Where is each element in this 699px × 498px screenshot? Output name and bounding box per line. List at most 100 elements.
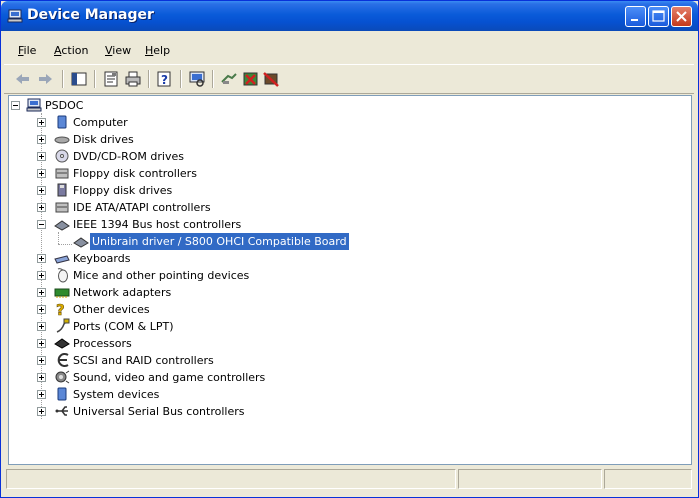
- menu-file[interactable]: File: [18, 44, 36, 57]
- device-manager-icon: [7, 9, 23, 23]
- expand-icon[interactable]: [37, 373, 46, 382]
- menu-view[interactable]: View: [105, 44, 131, 57]
- print-icon[interactable]: [124, 70, 142, 88]
- tree-item-label: Floppy disk drives: [73, 184, 173, 197]
- svg-text:?: ?: [161, 73, 168, 87]
- tree-item-label: Universal Serial Bus controllers: [73, 405, 245, 418]
- minimize-button[interactable]: [625, 6, 646, 27]
- expand-icon[interactable]: [37, 254, 46, 263]
- status-panel: [604, 469, 692, 489]
- minimize-icon: [631, 19, 638, 21]
- processor-icon: [54, 338, 70, 349]
- tree-item-label: SCSI and RAID controllers: [73, 354, 214, 367]
- tree-item-label: Processors: [73, 337, 132, 350]
- expand-icon[interactable]: [37, 322, 46, 331]
- status-bar: [4, 469, 694, 491]
- toolbar-separator: [94, 70, 96, 88]
- menu-bar: File Action View Help: [4, 41, 694, 61]
- tree-item-label: Computer: [73, 116, 128, 129]
- tree-item-label: Network adapters: [73, 286, 172, 299]
- forward-icon[interactable]: [36, 70, 54, 88]
- collapse-icon[interactable]: [11, 101, 20, 110]
- update-driver-icon[interactable]: [220, 70, 238, 88]
- expand-icon[interactable]: [37, 186, 46, 195]
- menu-action[interactable]: Action: [54, 44, 88, 57]
- scsi-icon: [57, 353, 69, 367]
- menu-view-rest: iew: [112, 44, 132, 57]
- tree-item-label: Floppy disk controllers: [73, 167, 197, 180]
- status-panel: [458, 469, 602, 489]
- floppy-controller-icon: [55, 168, 69, 179]
- toolbar-separator: [180, 70, 182, 88]
- toolbar-separator: [62, 70, 64, 88]
- properties-icon[interactable]: [102, 70, 120, 88]
- tree-item-label: Ports (COM & LPT): [73, 320, 174, 333]
- expand-icon[interactable]: [37, 390, 46, 399]
- usb-icon: [55, 406, 68, 416]
- tree-item-label: Other devices: [73, 303, 150, 316]
- tree-root-label: PSDOC: [45, 99, 84, 112]
- status-panel: [6, 469, 456, 489]
- expand-icon[interactable]: [37, 169, 46, 178]
- expand-icon[interactable]: [37, 288, 46, 297]
- tree-connector: [58, 232, 59, 244]
- expand-icon[interactable]: [37, 339, 46, 348]
- mouse-icon: [57, 268, 68, 283]
- disable-icon[interactable]: [262, 70, 280, 88]
- expand-icon[interactable]: [37, 152, 46, 161]
- system-devices-icon: [57, 387, 67, 401]
- expand-icon[interactable]: [37, 271, 46, 280]
- title-bar[interactable]: Device Manager: [1, 1, 698, 31]
- expand-icon[interactable]: [37, 407, 46, 416]
- menu-help[interactable]: Help: [145, 44, 170, 57]
- expand-icon[interactable]: [37, 305, 46, 314]
- expand-icon[interactable]: [37, 356, 46, 365]
- expand-icon[interactable]: [37, 203, 46, 212]
- close-button[interactable]: [671, 6, 692, 27]
- maximize-icon: [652, 10, 665, 22]
- tree-item-label: DVD/CD-ROM drives: [73, 150, 184, 163]
- scan-hardware-icon[interactable]: [188, 70, 206, 88]
- close-icon: [676, 11, 687, 22]
- ide-controller-icon: [55, 202, 69, 213]
- disk-drive-icon: [54, 136, 70, 144]
- tree-item-label: Disk drives: [73, 133, 134, 146]
- device-tree[interactable]: PSDOC Computer Disk drives DVD/CD-ROM dr…: [8, 95, 692, 465]
- computer-root-icon: [26, 98, 42, 112]
- tree-item-label: Sound, video and game controllers: [73, 371, 266, 384]
- tree-item-label: IEEE 1394 Bus host controllers: [73, 218, 242, 231]
- device-manager-window: Device Manager File Action View Help ? P…: [0, 0, 699, 498]
- keyboard-icon: [54, 255, 70, 264]
- floppy-drive-icon: [57, 183, 67, 197]
- toolbar-separator: [148, 70, 150, 88]
- tree-item-label: IDE ATA/ATAPI controllers: [73, 201, 211, 214]
- tree-connector: [58, 244, 72, 245]
- back-icon[interactable]: [14, 70, 32, 88]
- expand-icon[interactable]: [37, 135, 46, 144]
- network-adapter-icon: [54, 288, 70, 298]
- tree-item-label: System devices: [73, 388, 160, 401]
- unknown-device-icon: ?: [56, 301, 65, 317]
- cdrom-icon: [55, 149, 69, 163]
- menu-help-rest: elp: [153, 44, 171, 57]
- collapse-icon[interactable]: [37, 220, 46, 229]
- computer-icon: [57, 115, 67, 129]
- tree-item-label: Mice and other pointing devices: [73, 269, 250, 282]
- ieee1394-device-icon: [73, 237, 89, 248]
- sound-icon: [55, 370, 70, 384]
- toolbar-separator: [212, 70, 214, 88]
- menu-file-rest: ile: [23, 44, 37, 57]
- toolbar: ?: [4, 64, 694, 94]
- menu-action-rest: ction: [61, 44, 89, 57]
- expand-icon[interactable]: [37, 118, 46, 127]
- svg-text:?: ?: [56, 301, 65, 317]
- window-title: Device Manager: [27, 7, 154, 23]
- maximize-button[interactable]: [648, 6, 669, 27]
- show-hide-console-tree-icon[interactable]: [70, 70, 88, 88]
- uninstall-icon[interactable]: [242, 70, 260, 88]
- tree-item-label-selected: Unibrain driver / S800 OHCI Compatible B…: [89, 232, 350, 251]
- port-icon: [56, 318, 70, 333]
- help-icon[interactable]: ?: [156, 70, 174, 88]
- tree-item-label: Keyboards: [73, 252, 131, 265]
- ieee1394-icon: [54, 220, 70, 231]
